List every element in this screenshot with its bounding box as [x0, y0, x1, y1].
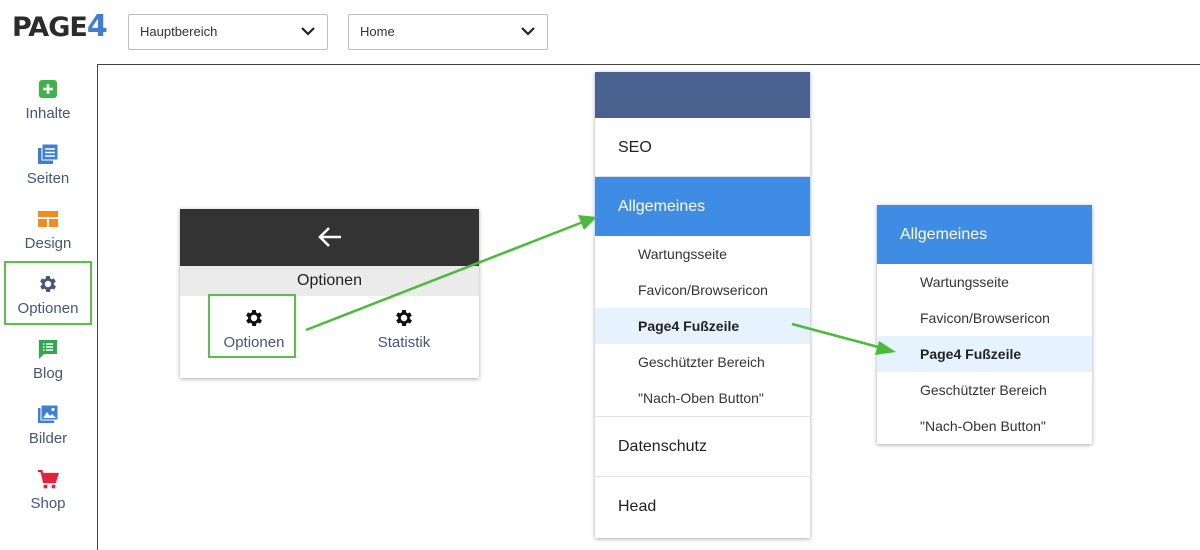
sidebar-item-seiten[interactable]: Seiten	[0, 133, 96, 193]
card-header	[180, 209, 479, 266]
submenu-item-favicon[interactable]: Favicon/Browsericon	[595, 272, 810, 308]
menu-item-seo[interactable]: SEO	[595, 118, 810, 177]
highlight-box	[208, 294, 296, 358]
submenu-item-geschuetzter-bereich[interactable]: Geschützter Bereich	[877, 372, 1092, 408]
menu-item-head[interactable]: Head	[595, 477, 810, 537]
content-frame-left-border	[97, 64, 98, 550]
page4-logo: PAGE4	[12, 9, 108, 44]
area-select-value: Hauptbereich	[140, 24, 218, 39]
pages-icon	[38, 143, 59, 164]
sidebar-item-bilder[interactable]: Bilder	[0, 393, 96, 453]
sidebar-item-label: Shop	[30, 495, 66, 512]
options-card: Optionen Optionen Statistik	[180, 209, 479, 378]
statistics-button-label: Statistik	[377, 334, 431, 351]
design-icon	[38, 211, 58, 227]
chevron-down-icon	[521, 27, 535, 36]
sidebar-item-shop[interactable]: Shop	[0, 458, 96, 518]
cart-icon	[38, 469, 59, 489]
menu-header-bar	[595, 72, 810, 118]
submenu-item-wartungsseite[interactable]: Wartungsseite	[595, 236, 810, 272]
submenu-item-nach-oben-button[interactable]: "Nach-Oben Button"	[877, 408, 1092, 444]
chevron-down-icon	[301, 27, 315, 36]
sidebar-item-label: Bilder	[28, 430, 68, 447]
sidebar-item-label: Design	[24, 235, 72, 252]
gear-icon	[396, 310, 412, 326]
content-frame-top-border	[97, 64, 1200, 65]
submenu-item-favicon[interactable]: Favicon/Browsericon	[877, 300, 1092, 336]
images-icon	[38, 404, 59, 423]
submenu-header-allgemeines[interactable]: Allgemeines	[877, 205, 1092, 264]
submenu-item-fusszeile[interactable]: Page4 Fußzeile	[877, 336, 1092, 372]
submenu-item-fusszeile[interactable]: Page4 Fußzeile	[595, 308, 810, 344]
submenu-item-wartungsseite[interactable]: Wartungsseite	[877, 264, 1092, 300]
plus-square-icon	[39, 80, 57, 98]
sidebar-item-label: Seiten	[26, 170, 70, 187]
highlight-box	[4, 261, 92, 325]
sidebar-item-design[interactable]: Design	[0, 198, 96, 258]
sidebar-item-label: Blog	[32, 365, 64, 382]
sidebar-item-blog[interactable]: Blog	[0, 328, 96, 388]
back-arrow-icon[interactable]	[316, 223, 344, 251]
submenu-item-geschuetzter-bereich[interactable]: Geschützter Bereich	[595, 344, 810, 380]
sidebar-item-inhalte[interactable]: Inhalte	[0, 68, 96, 128]
page-select[interactable]: Home	[348, 14, 548, 50]
area-select[interactable]: Hauptbereich	[128, 14, 328, 50]
allgemeines-submenu-panel: Allgemeines Wartungsseite Favicon/Browse…	[877, 205, 1092, 444]
sidebar-item-label: Inhalte	[25, 105, 71, 122]
blog-icon	[39, 340, 57, 359]
card-title: Optionen	[180, 266, 479, 296]
page-select-value: Home	[360, 24, 395, 39]
statistics-button[interactable]: Statistik	[354, 299, 454, 361]
menu-item-allgemeines[interactable]: Allgemeines	[595, 177, 810, 236]
menu-item-datenschutz[interactable]: Datenschutz	[595, 417, 810, 477]
options-menu: SEO Allgemeines Wartungsseite Favicon/Br…	[595, 72, 810, 538]
submenu-item-nach-oben-button[interactable]: "Nach-Oben Button"	[595, 380, 810, 417]
